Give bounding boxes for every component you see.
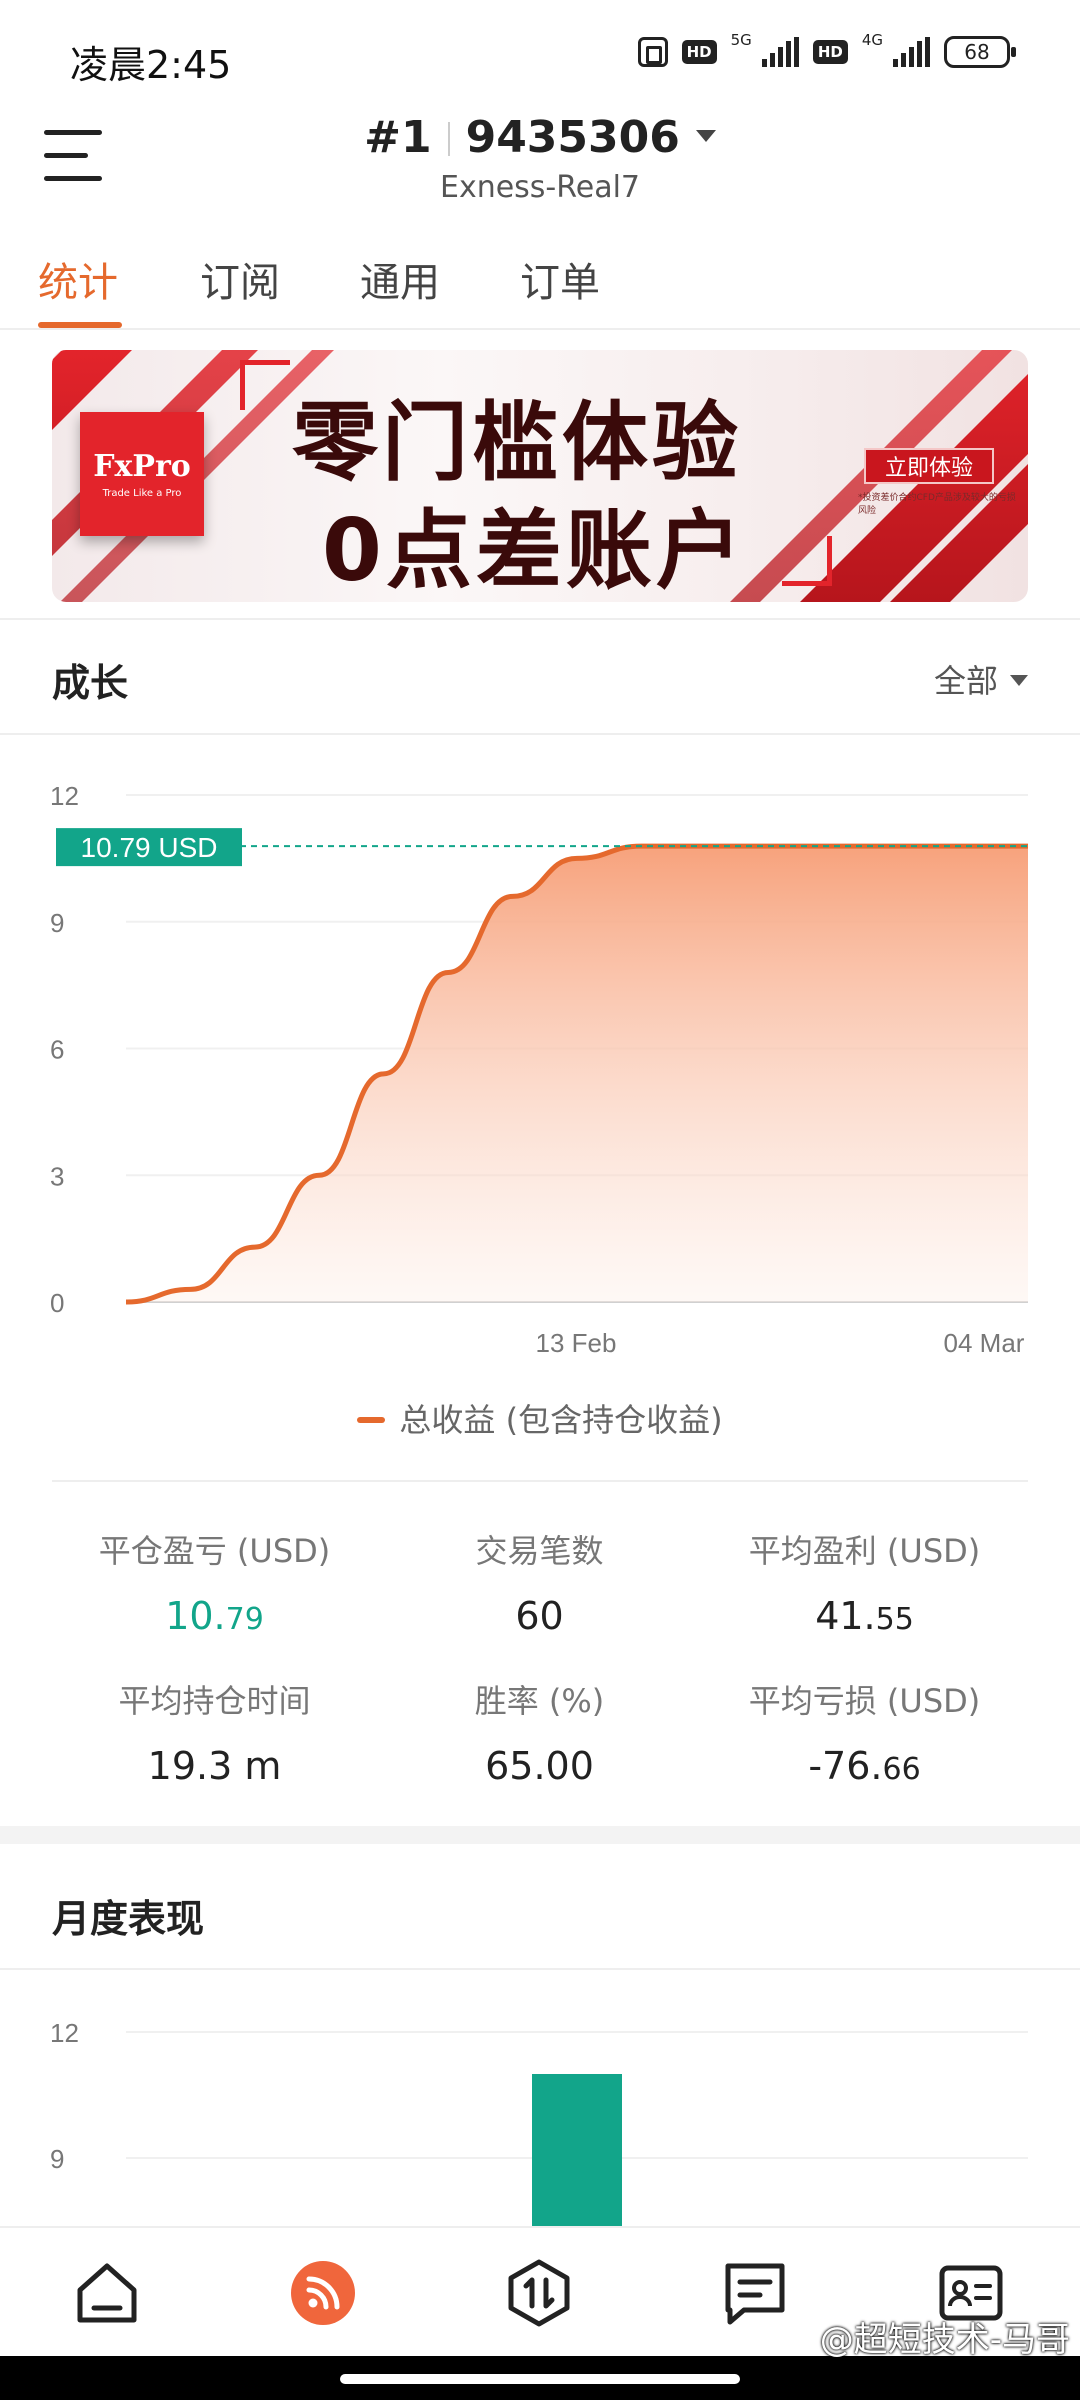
nav-home[interactable] <box>72 2258 142 2328</box>
battery-level: 68 <box>964 40 990 64</box>
banner-headline: 零门槛体验 <box>292 393 742 493</box>
stats-grid: 平仓盈亏 (USD) 10.79 交易笔数 60 平均盈利 (USD) 41.5… <box>52 1480 1028 1788</box>
divider <box>0 618 1080 620</box>
y-tick-label: 0 <box>50 1288 64 1318</box>
y-tick-label: 12 <box>50 781 79 811</box>
tab-orders[interactable]: 订单 <box>520 250 600 308</box>
banner-cta-button[interactable]: 立即体验 <box>864 448 994 484</box>
watermark: @超短技术-马哥 <box>819 2320 1070 2360</box>
caret-down-icon <box>1010 675 1028 686</box>
stat-trades: 交易笔数 60 <box>475 1532 604 1638</box>
trade-icon <box>508 2259 570 2327</box>
stat-avg-loss: 平均亏损 (USD) -76.66 <box>748 1682 981 1788</box>
server-name: Exness-Real7 <box>439 170 641 205</box>
hd-icon: HD <box>681 40 717 64</box>
signal-icon-2 <box>893 37 930 67</box>
screen-mirror-icon <box>637 37 668 67</box>
system-nav-bar <box>0 2356 1080 2400</box>
account-number: 9435306 <box>465 112 680 163</box>
legend-swatch <box>357 1417 386 1423</box>
growth-chart-svg: 12 9 6 3 0 10.79 USD 13 Feb 04 Mar <box>50 781 1028 1358</box>
tab-stats[interactable]: 统计 <box>38 250 118 308</box>
series-area <box>126 846 1028 1302</box>
battery-icon: 68 <box>944 36 1016 68</box>
nav-feed[interactable] <box>288 2258 358 2328</box>
growth-chart[interactable]: 12 9 6 3 0 10.79 USD 13 Feb 04 Mar <box>0 760 1080 1360</box>
tab-general[interactable]: 通用 <box>360 250 440 308</box>
monthly-bar[interactable] <box>532 2074 622 2228</box>
app-header: #1 9435306 Exness-Real7 <box>0 110 1080 230</box>
nav-chat[interactable] <box>720 2258 790 2328</box>
home-icon <box>77 2263 137 2323</box>
divider <box>0 1968 1080 1970</box>
status-bar: 凌晨2:45 HD 5G HD 4G 68 <box>0 0 1080 110</box>
bracket-decoration-2 <box>782 536 832 586</box>
account-prefix: #1 <box>364 112 432 163</box>
stat-avg-hold: 平均持仓时间 19.3 m <box>118 1682 311 1788</box>
stat-win-rate: 胜率 (%) 65.00 <box>474 1682 605 1788</box>
caret-down-icon <box>695 130 716 142</box>
chart-legend[interactable]: 总收益 (包含持仓收益) <box>0 1395 1080 1441</box>
signal-icon <box>761 37 799 67</box>
status-icons: HD 5G HD 4G 68 <box>637 31 1016 68</box>
y-tick-label: 9 <box>50 2144 64 2174</box>
network-4g-label: 4G <box>861 31 883 49</box>
fxpro-logo: FxPro Trade Like a Pro <box>80 412 204 536</box>
feed-icon <box>291 2261 355 2325</box>
banner-risk-note: *投资差价合约CFD产品涉及较大的亏损风险 <box>858 493 1016 516</box>
tab-subscribe[interactable]: 订阅 <box>200 250 280 308</box>
y-tick-label: 12 <box>50 2018 79 2048</box>
period-filter-label: 全部 <box>933 662 998 700</box>
x-tick-label: 04 Mar <box>944 1328 1025 1358</box>
y-tick-label: 3 <box>50 1161 64 1191</box>
status-time: 凌晨2:45 <box>70 43 232 87</box>
monthly-title: 月度表现 <box>52 1897 205 1941</box>
monthly-chart[interactable]: 12 9 <box>0 2000 1080 2228</box>
period-filter[interactable]: 全部 <box>934 656 1028 702</box>
growth-title: 成长 <box>52 661 129 705</box>
tab-bar: 统计 订阅 通用 订单 <box>0 240 1080 330</box>
monthly-chart-svg: 12 9 <box>50 2018 1028 2228</box>
y-tick-label: 6 <box>50 1035 64 1065</box>
nav-trade[interactable] <box>504 2258 574 2328</box>
home-gesture-pill[interactable] <box>340 2374 740 2384</box>
promo-banner[interactable]: FxPro Trade Like a Pro 零门槛体验 0点差账户 立即体验 … <box>52 350 1028 602</box>
stat-avg-profit: 平均盈利 (USD) 41.55 <box>748 1532 981 1638</box>
hd-icon-2: HD <box>812 40 848 64</box>
stat-closed-pl: 平仓盈亏 (USD) 10.79 <box>98 1532 331 1638</box>
x-tick-label: 13 Feb <box>536 1328 617 1358</box>
divider <box>0 733 1080 735</box>
network-5g-label: 5G <box>730 31 752 49</box>
current-value-label: 10.79 USD <box>81 832 218 863</box>
account-selector[interactable]: #1 9435306 <box>0 112 1080 163</box>
section-gap <box>0 1826 1080 1844</box>
legend-label: 总收益 (包含持仓收益) <box>399 1401 723 1439</box>
y-tick-label: 9 <box>50 908 64 938</box>
active-tab-indicator <box>38 322 122 328</box>
chat-icon <box>725 2263 785 2325</box>
bracket-decoration <box>240 360 290 410</box>
banner-subheadline: 0点差账户 <box>322 501 746 601</box>
